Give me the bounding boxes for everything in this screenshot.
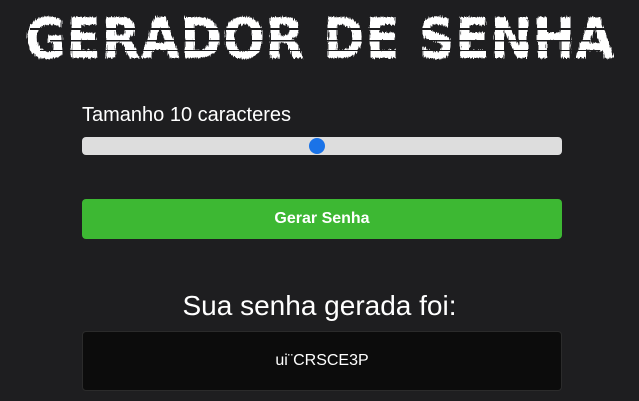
result-title: Sua senha gerada foi: — [182, 290, 457, 321]
length-label: Tamanho 10 caracteres — [82, 104, 292, 126]
password-output[interactable]: ui¨CRSCE3P — [82, 331, 562, 391]
app-logo-title: GERADOR DE SENHA — [0, 6, 639, 70]
page: GERADOR DE SENHA Tamanho 10 caracteres G… — [0, 0, 639, 401]
logo-svg: GERADOR DE SENHA — [25, 7, 615, 70]
length-slider[interactable] — [82, 137, 562, 155]
password-text: ui¨CRSCE3P — [275, 352, 369, 369]
generate-password-button[interactable]: Gerar Senha — [82, 199, 562, 239]
app-title: GERADOR DE SENHA — [25, 7, 615, 70]
slider-thumb[interactable] — [309, 138, 326, 154]
